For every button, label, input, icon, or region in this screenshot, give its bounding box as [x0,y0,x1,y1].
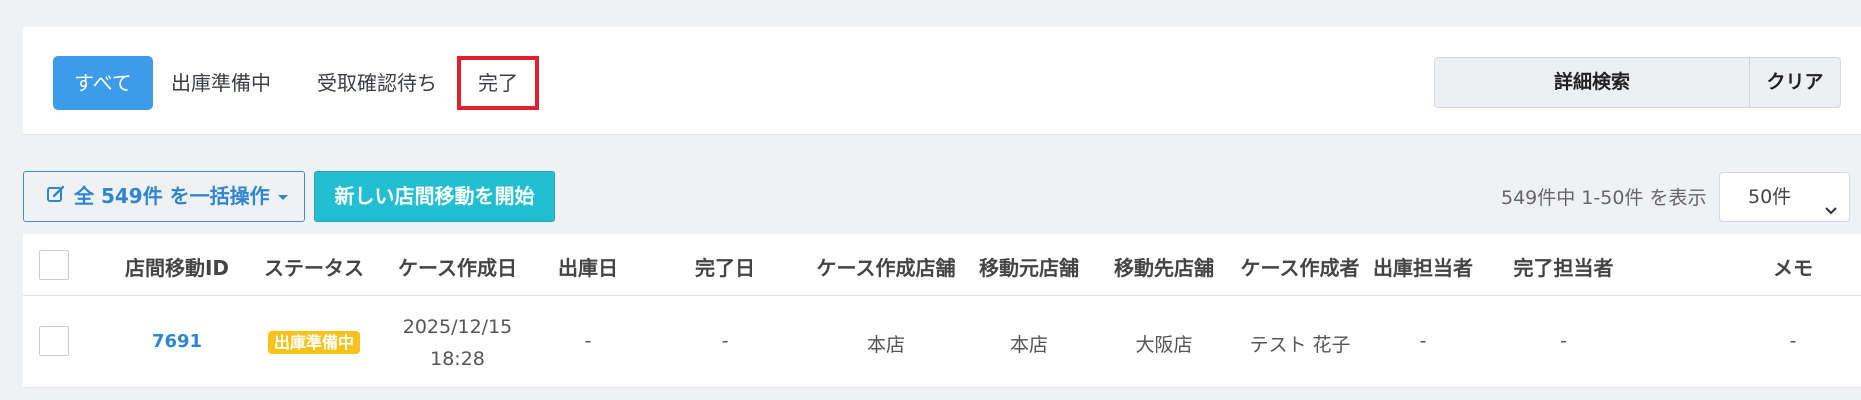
edit-icon [46,173,66,222]
tab-completed[interactable]: 完了 [457,56,539,110]
completed-date: - [721,330,729,352]
completer: - [1560,330,1567,352]
detail-search-button[interactable]: 詳細検索 [1435,58,1749,107]
result-count: 549件中 1-50件 を表示 [1501,187,1707,209]
clear-button[interactable]: クリア [1749,58,1840,107]
header-completer[interactable]: 完了担当者 [1481,252,1646,281]
per-page-value: 50件 [1748,186,1792,208]
search-group: 詳細検索 クリア [1434,57,1841,108]
table-row[interactable]: 7691 出庫準備中 2025/12/15 18:28 - - 本店 本店 大阪… [23,296,1861,388]
transfer-table: 店間移動ID ステータス ケース作成日 出庫日 完了日 ケース作成店舗 移動元店… [23,234,1861,388]
start-transfer-button[interactable]: 新しい店間移動を開始 [314,171,555,222]
header-shipped-date[interactable]: 出庫日 [518,252,658,281]
tab-preparing[interactable]: 出庫準備中 [150,56,292,110]
shipped-date: - [584,330,592,352]
memo: - [1789,330,1797,352]
status-badge: 出庫準備中 [267,331,360,354]
select-all-checkbox[interactable] [39,250,69,280]
filter-panel: すべて 出庫準備中 受取確認待ち 完了 詳細検索 クリア [23,27,1861,135]
row-checkbox[interactable] [39,326,69,356]
chevron-down-icon [1823,188,1839,236]
table-header: 店間移動ID ステータス ケース作成日 出庫日 完了日 ケース作成店舗 移動元店… [23,234,1861,296]
bulk-action-label: 全 549件 を一括操作 [74,184,270,208]
header-memo[interactable]: メモ [1718,252,1861,281]
bulk-action-button[interactable]: 全 549件 を一括操作 [23,171,305,222]
transfer-id-link[interactable]: 7691 [152,331,202,352]
header-shipper[interactable]: 出庫担当者 [1348,252,1498,281]
tab-all[interactable]: すべて [53,56,153,110]
per-page-select[interactable]: 50件 [1719,172,1850,222]
header-completed-date[interactable]: 完了日 [655,252,795,281]
caret-down-icon [277,195,288,200]
shipper: - [1419,330,1427,352]
tab-awaiting-receipt[interactable]: 受取確認待ち [296,56,458,110]
